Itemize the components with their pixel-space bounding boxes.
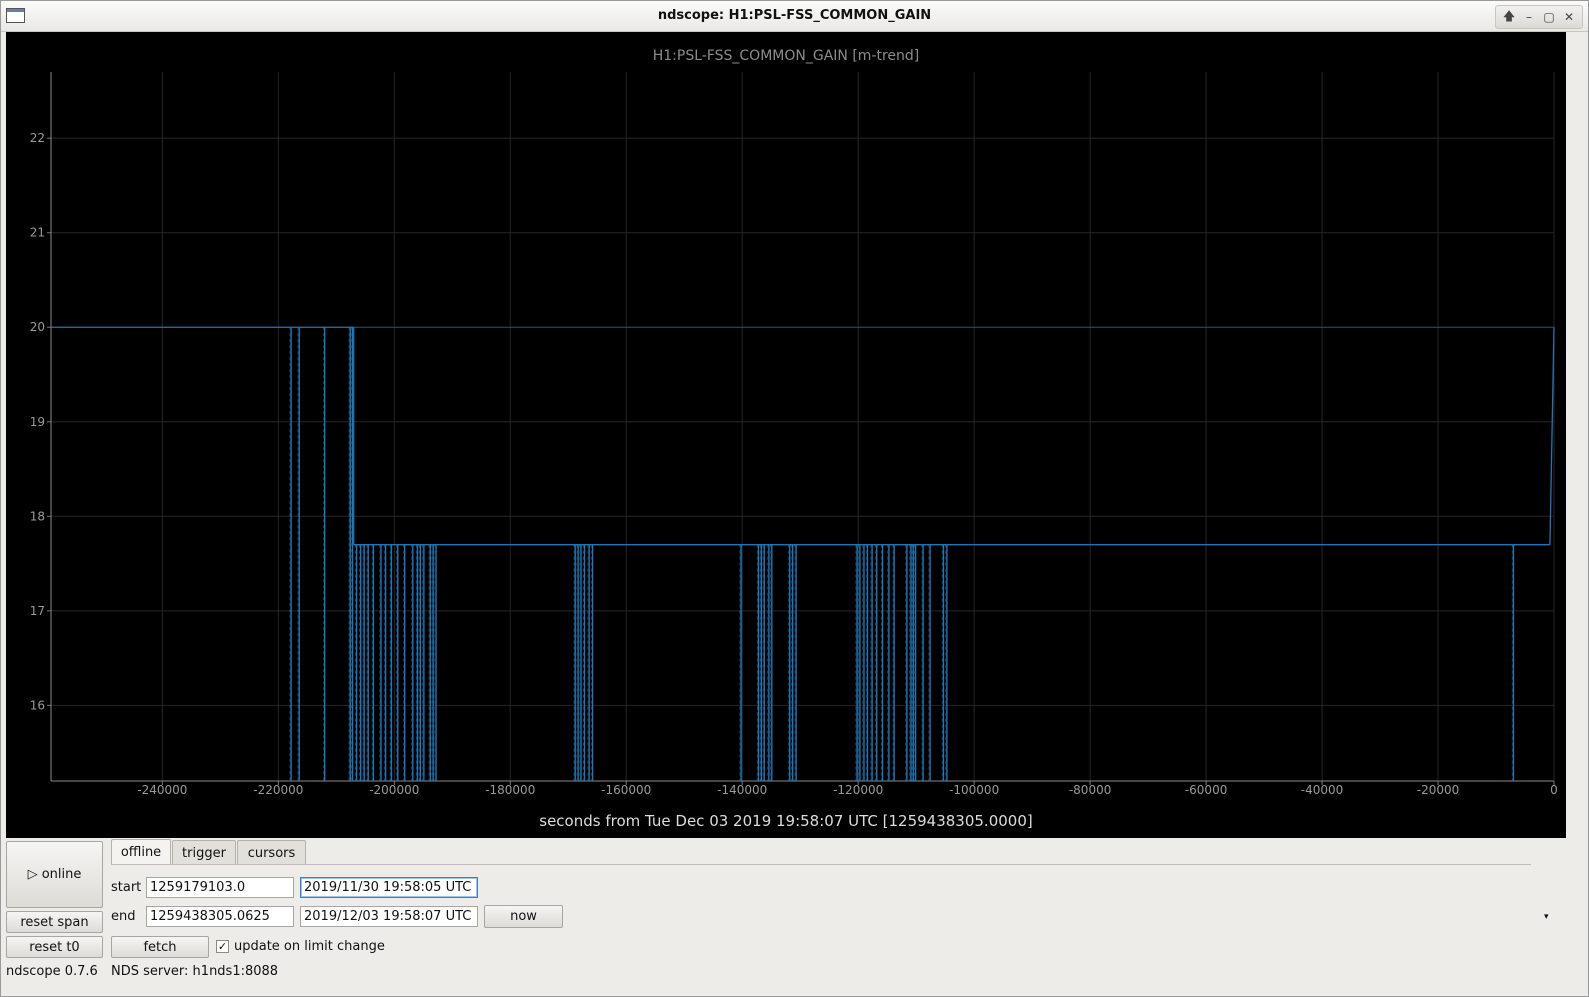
x-tick-label: -140000 (717, 783, 767, 797)
x-tick-label: -220000 (253, 783, 303, 797)
title-bar[interactable]: ndscope: H1:PSL-FSS_COMMON_GAIN 🡅 – ▢ ✕ (1, 1, 1588, 32)
tab-cursors[interactable]: cursors (237, 840, 306, 865)
reset-t0-button[interactable]: reset t0 (6, 936, 103, 958)
plot-area[interactable]: -240000 -220000 -200000 -180000 -160000 -1400… (6, 32, 1566, 838)
window-title: ndscope: H1:PSL-FSS_COMMON_GAIN (657, 8, 932, 23)
start-utc-input[interactable]: 2019/11/30 19:58:05 UTC (300, 877, 478, 898)
series-line (1549, 327, 1555, 545)
start-gps-input[interactable]: 1259179103.0 (146, 877, 294, 898)
tab-trigger[interactable]: trigger (172, 840, 236, 865)
online-button[interactable]: ▷ online (6, 841, 103, 908)
x-tick-label: -60000 (1185, 783, 1228, 797)
y-tick-label: 18 (30, 509, 45, 523)
tab-divider (111, 864, 1531, 865)
y-tick-label: 21 (30, 226, 45, 240)
end-gps-input[interactable]: 1259438305.0625 (146, 906, 294, 927)
nds-server-status: NDS server: h1nds1:8088 (111, 964, 279, 979)
ndscope-window: ndscope: H1:PSL-FSS_COMMON_GAIN 🡅 – ▢ ✕ … (0, 0, 1589, 997)
x-tick-label: -240000 (137, 783, 187, 797)
version-status: ndscope 0.7.6 (6, 964, 98, 979)
x-tick-label: -180000 (485, 783, 535, 797)
y-tick-label: 20 (30, 320, 45, 334)
x-tick-label: -80000 (1069, 783, 1112, 797)
trend-chart[interactable]: -240000 -220000 -200000 -180000 -160000 -1400… (6, 32, 1566, 838)
close-icon[interactable]: ✕ (1559, 7, 1579, 27)
y-tick-label: 16 (30, 698, 45, 712)
x-tick-label: -100000 (949, 783, 999, 797)
reset-span-button[interactable]: reset span (6, 911, 103, 933)
x-axis-label: seconds from Tue Dec 03 2019 19:58:07 UT… (539, 812, 1032, 830)
x-tick-label: -20000 (1417, 783, 1460, 797)
end-label: end (111, 909, 136, 924)
tab-offline[interactable]: offline (111, 839, 171, 865)
x-tick-label: 0 (1550, 783, 1558, 797)
shade-icon[interactable]: 🡅 (1499, 7, 1519, 27)
start-label: start (111, 880, 142, 895)
expand-arrow-icon[interactable]: ▾ (1544, 912, 1549, 922)
chart-title: H1:PSL-FSS_COMMON_GAIN [m-trend] (653, 48, 920, 64)
y-tick-label: 17 (30, 604, 45, 618)
fetch-button[interactable]: fetch (111, 936, 209, 958)
minimize-icon[interactable]: – (1519, 7, 1539, 27)
now-button[interactable]: now (484, 905, 563, 928)
maximize-icon[interactable]: ▢ (1539, 7, 1559, 27)
window-controls: 🡅 – ▢ ✕ (1495, 5, 1583, 29)
update-on-limit-label: update on limit change (234, 939, 385, 954)
x-tick-label: -160000 (601, 783, 651, 797)
y-tick-label: 19 (30, 415, 45, 429)
update-on-limit-checkbox[interactable]: ✓ (216, 940, 229, 953)
x-tick-label: -40000 (1301, 783, 1344, 797)
x-tick-label: -200000 (369, 783, 419, 797)
y-tick-label: 22 (30, 131, 45, 145)
x-tick-label: -120000 (833, 783, 883, 797)
end-utc-input[interactable]: 2019/12/03 19:58:07 UTC (300, 906, 478, 927)
